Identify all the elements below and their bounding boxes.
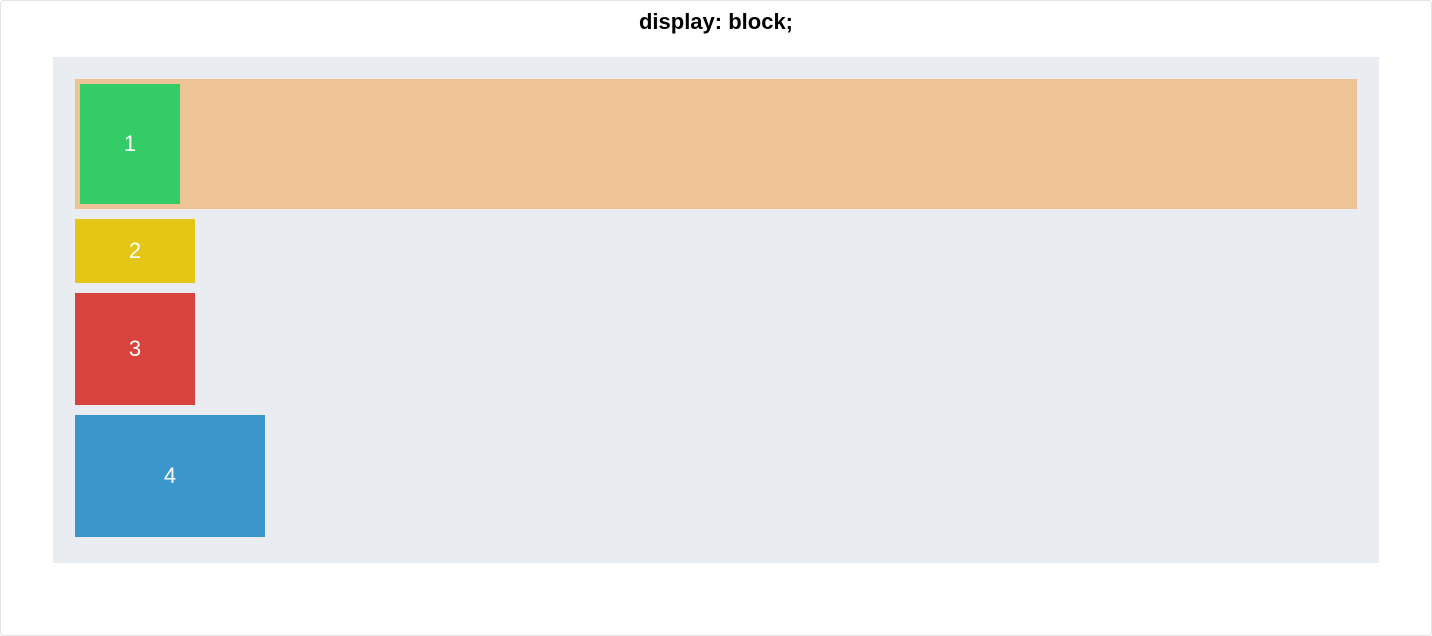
diagram-frame: display: block; 1 2 3 4 (0, 0, 1432, 636)
box-2-label: 2 (129, 238, 141, 264)
demo-container: 1 2 3 4 (53, 57, 1379, 563)
diagram-title: display: block; (1, 9, 1431, 35)
box-4-label: 4 (164, 463, 176, 489)
box-2: 2 (75, 219, 195, 283)
block-highlight-wrapper: 1 (75, 79, 1357, 209)
box-1-label: 1 (124, 131, 136, 157)
box-3-label: 3 (129, 336, 141, 362)
box-3: 3 (75, 293, 195, 405)
box-1: 1 (80, 84, 180, 204)
box-4: 4 (75, 415, 265, 537)
